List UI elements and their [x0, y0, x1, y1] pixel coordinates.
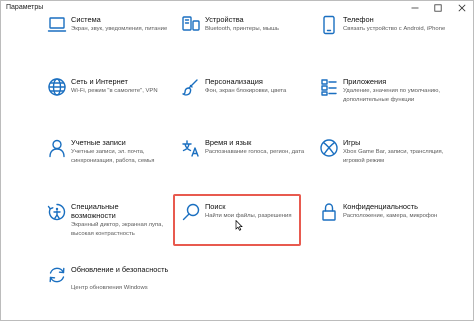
tile-name: Обновление и безопасность [71, 265, 169, 274]
tile-name: Время и язык [205, 138, 252, 147]
update-icon [47, 265, 67, 285]
laptop-icon [47, 15, 67, 35]
language-icon [181, 138, 201, 158]
tile-gaming[interactable]: Игры Xbox Game Bar, записи, трансляция, … [319, 138, 459, 186]
tile-name: Специальные возможности [71, 202, 119, 220]
maximize-button[interactable] [429, 1, 447, 15]
maximize-icon [434, 4, 442, 12]
close-button[interactable] [453, 1, 471, 15]
tile-privacy[interactable]: Конфиденциальность Расположение, камера,… [319, 202, 459, 250]
accessibility-icon [47, 202, 67, 222]
tile-network[interactable]: Сеть и Интернет Wi-Fi, режим "в самолете… [47, 77, 187, 125]
tile-name: Сеть и Интернет [71, 77, 128, 86]
tile-description: Фон, экран блокировки, цвета [205, 88, 287, 94]
minimize-button[interactable] [406, 1, 424, 15]
tile-name: Система [71, 15, 101, 24]
tile-name: Приложения [343, 77, 387, 86]
window-title: Параметры [6, 4, 44, 11]
tile-system[interactable]: Система Экран, звук, уведомления, питани… [47, 15, 187, 63]
tile-name: Игры [343, 138, 361, 147]
settings-window: Параметры Система Экран, звук, уведомлен… [0, 0, 474, 321]
devices-icon [181, 15, 201, 35]
tile-description: Учетные записи, эл. почта, синхронизация… [71, 149, 155, 164]
tile-description: Распознавание голоса, регион, дата [205, 149, 305, 155]
minimize-icon [411, 7, 419, 9]
tile-description: Связать устройство с Android, iPhone [343, 26, 446, 32]
tile-description: Расположение, камера, микрофон [343, 213, 438, 219]
mouse-cursor-icon [235, 220, 243, 231]
tile-name: Устройства [205, 15, 244, 24]
apps-icon [319, 77, 339, 97]
person-icon [47, 138, 67, 158]
tile-apps[interactable]: Приложения Удаление, значения по умолчан… [319, 77, 459, 125]
globe-icon [47, 77, 67, 97]
close-icon [458, 4, 466, 12]
tile-update-security[interactable]: Обновление и безопасность Центр обновлен… [47, 265, 187, 313]
tile-description: Удаление, значения по умолчанию, дополни… [343, 88, 441, 103]
tile-phone[interactable]: Телефон Связать устройство с Android, iP… [319, 15, 459, 63]
tile-description: Wi-Fi, режим "в самолете", VPN [71, 88, 158, 94]
xbox-icon [319, 138, 339, 158]
tile-description: Экран, звук, уведомления, питание [71, 26, 168, 32]
tile-devices[interactable]: Устройства Bluetooth, принтеры, мышь [181, 15, 321, 63]
phone-icon [319, 15, 339, 35]
tile-description: Bluetooth, принтеры, мышь [205, 26, 279, 32]
lock-icon [319, 202, 339, 222]
tile-description: Xbox Game Bar, записи, трансляция, игров… [343, 149, 444, 164]
tile-accessibility[interactable]: Специальные возможности Экранный диктор,… [47, 202, 187, 250]
tile-name: Учетные записи [71, 138, 126, 147]
tile-accounts[interactable]: Учетные записи Учетные записи, эл. почта… [47, 138, 187, 186]
tile-name: Персонализация [205, 77, 263, 86]
tile-personalization[interactable]: Персонализация Фон, экран блокировки, цв… [181, 77, 321, 125]
tile-name: Конфиденциальность [343, 202, 418, 211]
tile-time-language[interactable]: Время и язык Распознавание голоса, регио… [181, 138, 321, 186]
tile-name: Телефон [343, 15, 374, 24]
tile-description: Центр обновления Windows [71, 285, 148, 291]
tile-description: Экранный диктор, экранная лупа, высокая … [71, 222, 164, 237]
paintbrush-icon [181, 77, 201, 97]
